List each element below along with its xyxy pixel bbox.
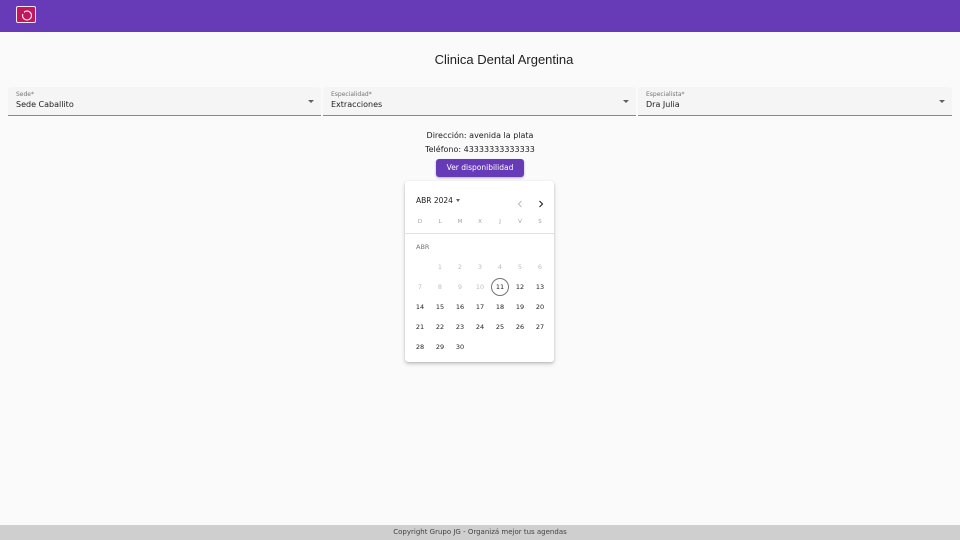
calendar-day[interactable]: 13 [531,278,549,296]
weekday-label: S [538,219,542,225]
sede-select[interactable]: Sede* Sede Caballito [8,87,321,116]
calendar-day[interactable]: 12 [511,278,529,296]
calendar-day: 2 [457,263,463,271]
calendar-day[interactable]: 30 [451,338,469,356]
calendar-day: 9 [457,283,463,291]
weekday-header: D L M X J V S [410,219,550,233]
calendar-day[interactable]: 14 [411,298,429,316]
page-title: Clinica Dental Argentina [434,52,574,67]
weekday-label: X [478,219,482,225]
calendar-day: 8 [437,283,443,291]
calendar-day[interactable]: 23 [451,318,469,336]
ver-disponibilidad-button[interactable]: Ver disponibilidad [436,159,524,177]
calendar-day[interactable]: 17 [471,298,489,316]
weekday-label: J [499,219,501,225]
chevron-right-icon [539,200,544,208]
especialidad-value: Extracciones [331,100,383,109]
calendar-day: 10 [475,283,485,291]
calendar-day[interactable]: 22 [431,318,449,336]
datepicker-calendar: ABR 2024 D L M X J V S ABR 1 2 3 4 5 6 7 8 9 10 11… [405,181,554,362]
calendar-day[interactable]: 27 [531,318,549,336]
especialista-label: Especialista* [646,91,685,98]
calendar-day: 6 [537,263,543,271]
calendar-day[interactable]: 25 [491,318,509,336]
especialidad-label: Especialidad* [331,91,372,98]
chevron-left-icon [517,200,522,208]
calendar-day[interactable]: 19 [511,298,529,316]
footer: Copyright Grupo JG - Organizá mejor tus … [0,525,960,540]
especialista-select[interactable]: Especialista* Dra Julia [638,87,952,116]
chevron-down-icon [939,100,945,103]
caret-down-icon [455,199,460,202]
top-app-bar [0,0,960,32]
calendar-divider [405,233,554,234]
calendar-day[interactable]: 18 [491,298,509,316]
calendar-day[interactable]: 16 [451,298,469,316]
weekday-label: V [518,219,522,225]
weekday-label: M [457,219,463,225]
month-label: ABR [416,243,430,251]
calendar-day: 4 [497,263,503,271]
calendar-day-today[interactable]: 11 [491,278,509,296]
period-label: ABR 2024 [416,196,453,205]
calendar-day[interactable]: 20 [531,298,549,316]
direccion-text: Dirección: avenida la plata [426,131,534,140]
footer-text: Copyright Grupo JG - Organizá mejor tus … [393,528,567,536]
calendar-day: 1 [437,263,443,271]
previous-month-button[interactable] [514,195,526,208]
calendar-day[interactable]: 24 [471,318,489,336]
logo-icon[interactable] [16,6,36,23]
calendar-day: 3 [477,263,483,271]
calendar-day[interactable]: 15 [431,298,449,316]
telefono-text: Teléfono: 43333333333333 [425,145,535,154]
period-selector-button[interactable]: ABR 2024 [416,196,460,205]
chevron-down-icon [308,100,314,103]
especialidad-select[interactable]: Especialidad* Extracciones [323,87,636,116]
chevron-down-icon [623,100,629,103]
calendar-day[interactable]: 28 [411,338,429,356]
calendar-day[interactable]: 29 [431,338,449,356]
weekday-label: D [417,219,423,225]
calendar-day[interactable]: 26 [511,318,529,336]
calendar-day: 5 [517,263,523,271]
calendar-day[interactable]: 21 [411,318,429,336]
calendar-day: 7 [417,283,423,291]
sede-label: Sede* [16,91,34,98]
sede-value: Sede Caballito [16,100,74,109]
next-month-button[interactable] [535,195,547,208]
especialista-value: Dra Julia [646,100,680,109]
weekday-label: L [438,219,442,225]
